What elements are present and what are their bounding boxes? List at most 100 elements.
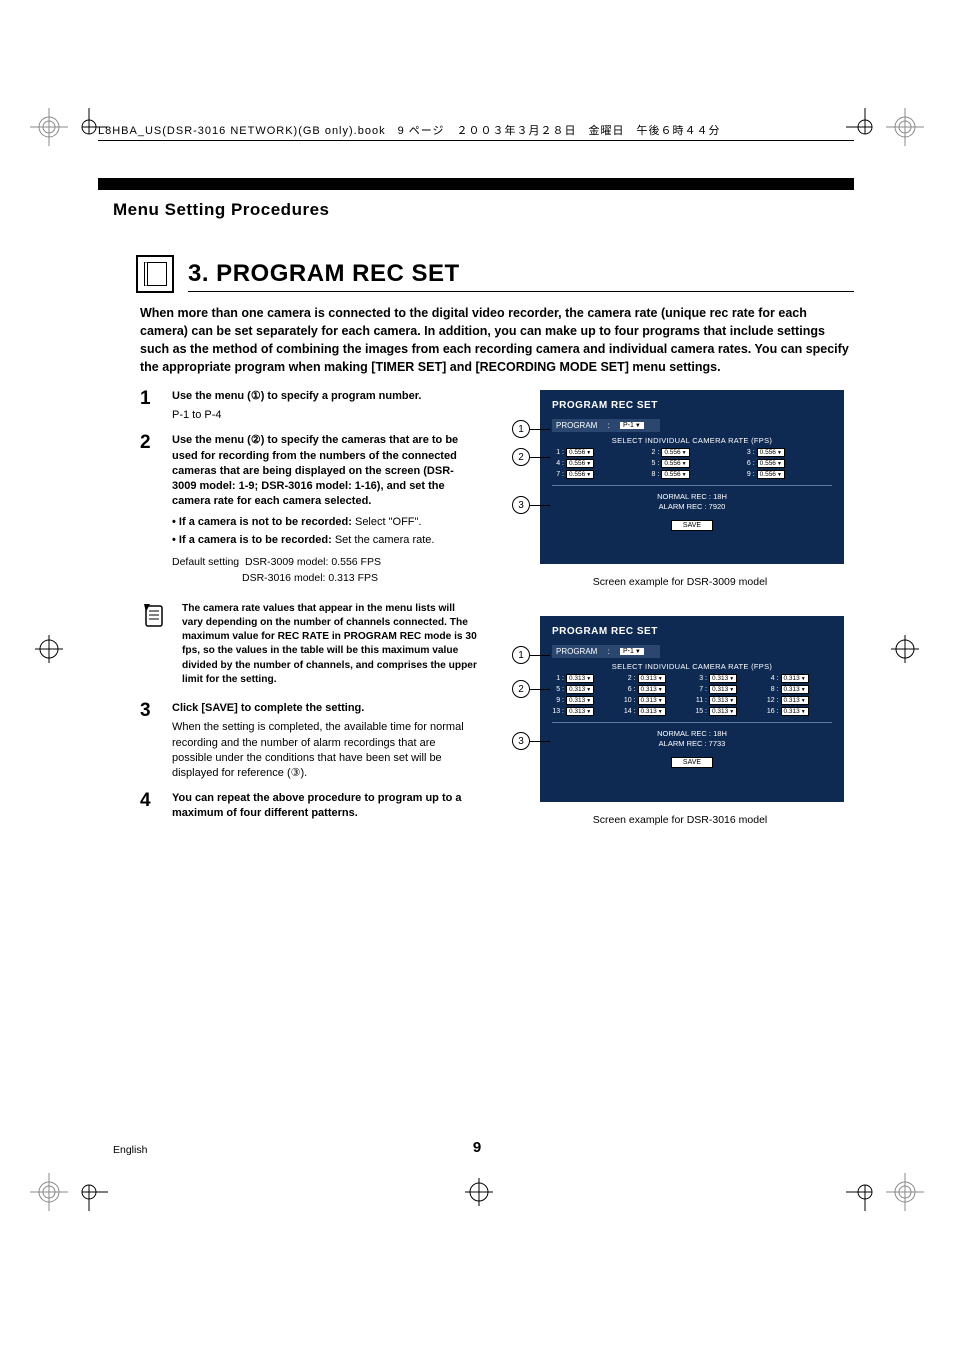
divider [552, 485, 832, 486]
regmark-bc [460, 1173, 498, 1211]
save-button[interactable]: SAVE [671, 757, 713, 768]
camera-cell: 9 :0.556 [743, 470, 832, 479]
step-2: 2 Use the menu (②) to specify the camera… [140, 433, 478, 587]
regmark-tr-outer [886, 108, 924, 146]
rate-select[interactable]: 0.556 [757, 459, 785, 468]
step-3: 3 Click [SAVE] to complete the setting. … [140, 701, 478, 781]
step-1: 1 Use the menu (①) to specify a program … [140, 389, 478, 423]
note-icon [140, 602, 168, 688]
rate-select[interactable]: 0.556 [566, 448, 594, 457]
header-hairline [98, 140, 854, 142]
regmark-br-outer [886, 1173, 924, 1211]
camera-cell: 16 :0.313 [767, 707, 833, 716]
camera-cell: 11 :0.313 [695, 696, 761, 705]
rate-select[interactable]: 0.313 [709, 696, 737, 705]
camera-cell: 2 :0.313 [624, 674, 690, 683]
camera-cell: 1 :0.313 [552, 674, 618, 683]
rate-select[interactable]: 0.556 [661, 470, 689, 479]
camera-cell: 8 :0.556 [647, 470, 736, 479]
section-blackbar [98, 178, 854, 190]
camera-cell: 10 :0.313 [624, 696, 690, 705]
rate-select[interactable]: 0.313 [566, 674, 594, 683]
step-3-sub: When the setting is completed, the avail… [172, 720, 478, 781]
camera-cell: 5 :0.556 [647, 459, 736, 468]
rate-select[interactable]: 0.313 [781, 696, 809, 705]
program-row: PROGRAM : P-1 [552, 419, 660, 432]
step-2-lead: Use the menu (②) to specify the cameras … [172, 433, 478, 509]
rec-info: NORMAL REC : 18H ALARM REC : 7733 [552, 729, 832, 749]
rate-select[interactable]: 0.313 [638, 685, 666, 694]
rate-select[interactable]: 0.556 [757, 448, 785, 457]
camera-cell: 1 :0.556 [552, 448, 641, 457]
step-4-lead: You can repeat the above procedure to pr… [172, 791, 478, 821]
rate-subheader: SELECT INDIVIDUAL CAMERA RATE (FPS) [552, 662, 832, 671]
chapter-row: 3. PROGRAM REC SET [136, 255, 460, 293]
step-number: 3 [140, 701, 158, 781]
rate-select[interactable]: 0.313 [781, 685, 809, 694]
regmark-ml [30, 630, 68, 668]
rate-select[interactable]: 0.313 [638, 696, 666, 705]
step-1-sub: P-1 to P-4 [172, 408, 478, 423]
camera-cell: 12 :0.313 [767, 696, 833, 705]
rate-select[interactable]: 0.313 [709, 707, 737, 716]
program-select[interactable]: P-1 [620, 422, 644, 429]
rate-select[interactable]: 0.556 [566, 459, 594, 468]
step-number: 1 [140, 389, 158, 423]
camera-cell: 8 :0.313 [767, 685, 833, 694]
step-4: 4 You can repeat the above procedure to … [140, 791, 478, 821]
screen-3016: PROGRAM REC SET PROGRAM : P-1 SELECT IND… [540, 616, 844, 802]
rate-subheader: SELECT INDIVIDUAL CAMERA RATE (FPS) [552, 436, 832, 445]
rate-select[interactable]: 0.313 [781, 707, 809, 716]
divider [552, 722, 832, 723]
regmark-mr [886, 630, 924, 668]
screen-title: PROGRAM REC SET [552, 400, 832, 411]
callout-1: 1 [512, 420, 550, 438]
rate-select[interactable]: 0.313 [781, 674, 809, 683]
steps-column: 1 Use the menu (①) to specify a program … [140, 389, 478, 831]
screen-title: PROGRAM REC SET [552, 626, 832, 637]
step-number: 2 [140, 433, 158, 587]
callout-1: 1 [512, 646, 550, 664]
camera-cell: 9 :0.313 [552, 696, 618, 705]
chapter-underline [188, 291, 854, 293]
footer-page-number: 9 [0, 1139, 954, 1156]
camera-cell: 15 :0.313 [695, 707, 761, 716]
camera-cell: 7 :0.313 [695, 685, 761, 694]
callout-3: 3 [512, 732, 550, 750]
rate-select[interactable]: 0.556 [661, 459, 689, 468]
screen-3009: PROGRAM REC SET PROGRAM : P-1 SELECT IND… [540, 390, 844, 564]
list-icon [136, 255, 174, 293]
rate-select[interactable]: 0.313 [566, 696, 594, 705]
program-select[interactable]: P-1 [620, 648, 644, 655]
rate-select[interactable]: 0.556 [661, 448, 689, 457]
callout-2: 2 [512, 680, 550, 698]
rate-select[interactable]: 0.556 [757, 470, 785, 479]
step-3-lead: Click [SAVE] to complete the setting. [172, 701, 478, 716]
rate-select[interactable]: 0.313 [566, 685, 594, 694]
intro-paragraph: When more than one camera is connected t… [140, 304, 854, 377]
book-header-line: L8HBA_US(DSR-3016 NETWORK)(GB only).book… [98, 122, 721, 138]
camera-cell: 3 :0.556 [743, 448, 832, 457]
camera-cell: 2 :0.556 [647, 448, 736, 457]
step-1-lead: Use the menu (①) to specify a program nu… [172, 389, 478, 404]
rate-select[interactable]: 0.313 [566, 707, 594, 716]
step-2-bullet-on: If a camera is to be recorded: Set the c… [172, 533, 478, 548]
rate-select[interactable]: 0.556 [566, 470, 594, 479]
regmark-tl-outer [30, 108, 68, 146]
camera-cell: 4 :0.556 [552, 459, 641, 468]
program-row: PROGRAM : P-1 [552, 645, 660, 658]
rate-select[interactable]: 0.313 [709, 685, 737, 694]
cropmark-br [846, 1173, 884, 1211]
caption-3009: Screen example for DSR-3009 model [523, 576, 837, 588]
note-text: The camera rate values that appear in th… [182, 602, 478, 688]
figure-column: PROGRAM REC SET PROGRAM : P-1 SELECT IND… [506, 390, 854, 826]
cropmark-bl [70, 1173, 108, 1211]
rate-select[interactable]: 0.313 [638, 674, 666, 683]
rate-select[interactable]: 0.313 [638, 707, 666, 716]
camera-cell: 6 :0.556 [743, 459, 832, 468]
rate-select[interactable]: 0.313 [709, 674, 737, 683]
camera-grid-9: 1 :0.556 2 :0.556 3 :0.556 4 :0.556 5 :0.556… [552, 448, 832, 479]
save-button[interactable]: SAVE [671, 520, 713, 531]
note-block: The camera rate values that appear in th… [140, 602, 478, 688]
callout-2: 2 [512, 448, 550, 466]
